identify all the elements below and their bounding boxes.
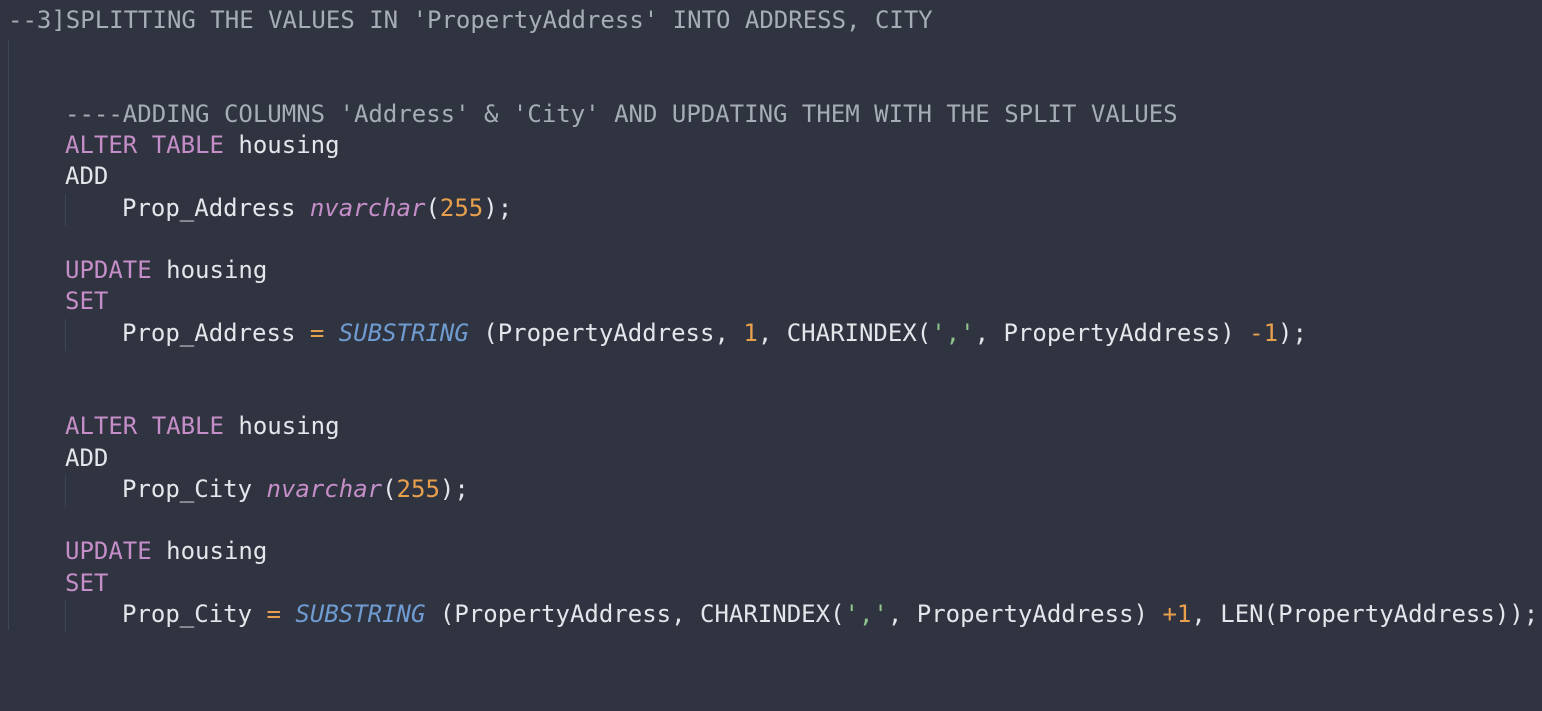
operator-plus: + [1162, 600, 1177, 628]
indent-guide-block4 [65, 600, 66, 632]
function-charindex: CHARINDEX [700, 600, 831, 628]
code-line-add-2: ADD [65, 442, 108, 474]
keyword-alter: ALTER [65, 412, 138, 440]
code-line-alter-2: ALTER TABLE housing [65, 410, 340, 442]
keyword-alter: ALTER [65, 131, 138, 159]
code-line-set-1: SET [65, 285, 108, 317]
number-literal: 1 [1176, 600, 1192, 628]
code-editor[interactable]: --3]SPLITTING THE VALUES IN 'PropertyAdd… [0, 0, 1542, 711]
table-name: housing [166, 537, 268, 565]
keyword-set: SET [65, 287, 109, 315]
type-size: 255 [439, 194, 484, 222]
number-literal: 1 [1263, 319, 1279, 347]
code-line-header-comment: --3]SPLITTING THE VALUES IN 'PropertyAdd… [8, 4, 933, 36]
indent-guide-block3 [65, 475, 66, 507]
source-column: PropertyAddress [454, 600, 672, 628]
function-len: LEN [1220, 600, 1264, 628]
comment-sub: ----ADDING COLUMNS 'Address' & 'City' AN… [65, 100, 1178, 128]
number-literal: 1 [743, 319, 758, 347]
code-line-set-2: SET [65, 567, 108, 599]
type-name: nvarchar [309, 194, 426, 222]
function-substring: SUBSTRING [338, 319, 469, 347]
operator-equals: = [266, 600, 281, 628]
code-line-assign-2: Prop_City = SUBSTRING (PropertyAddress, … [122, 600, 1539, 628]
code-line-column-def-2: Prop_City nvarchar(255); [122, 475, 469, 503]
comment-header: --3]SPLITTING THE VALUES IN 'PropertyAdd… [8, 6, 933, 34]
column-name: Prop_City [122, 600, 253, 628]
keyword-set: SET [65, 569, 109, 597]
keyword-add: ADD [65, 444, 109, 472]
column-name: Prop_Address [122, 319, 296, 347]
keyword-update: UPDATE [65, 537, 152, 565]
string-literal: ',' [844, 600, 888, 628]
table-name: housing [238, 131, 340, 159]
code-line-add-1: ADD [65, 160, 108, 192]
type-size: 255 [396, 475, 440, 503]
indent-guide-block1 [65, 194, 66, 226]
code-line-assign-1: Prop_Address = SUBSTRING (PropertyAddres… [122, 319, 1307, 347]
type-name: nvarchar [266, 475, 383, 503]
keyword-table: TABLE [151, 131, 224, 159]
indent-guide-block2 [65, 319, 66, 351]
code-line-sub-comment: ----ADDING COLUMNS 'Address' & 'City' AN… [65, 98, 1178, 130]
code-line-alter-1: ALTER TABLE housing [65, 129, 340, 161]
function-charindex: CHARINDEX [786, 319, 917, 347]
source-column: PropertyAddress [916, 600, 1134, 628]
operator-minus: - [1249, 319, 1264, 347]
source-column: PropertyAddress [1003, 319, 1221, 347]
string-literal: ',' [931, 319, 975, 347]
table-name: housing [238, 412, 340, 440]
table-name: housing [166, 256, 268, 284]
keyword-add: ADD [65, 162, 109, 190]
code-line-update-1: UPDATE housing [65, 254, 267, 286]
keyword-table: TABLE [151, 412, 224, 440]
operator-equals: = [309, 319, 325, 347]
function-substring: SUBSTRING [295, 600, 426, 628]
source-column: PropertyAddress [1278, 600, 1495, 628]
column-name: Prop_Address [122, 194, 296, 222]
code-line-column-def-1: Prop_Address nvarchar(255); [122, 194, 513, 222]
code-line-update-2: UPDATE housing [65, 535, 267, 567]
column-name: Prop_City [122, 475, 253, 503]
source-column: PropertyAddress [497, 319, 715, 347]
indent-guide-outer [8, 40, 9, 630]
keyword-update: UPDATE [65, 256, 152, 284]
